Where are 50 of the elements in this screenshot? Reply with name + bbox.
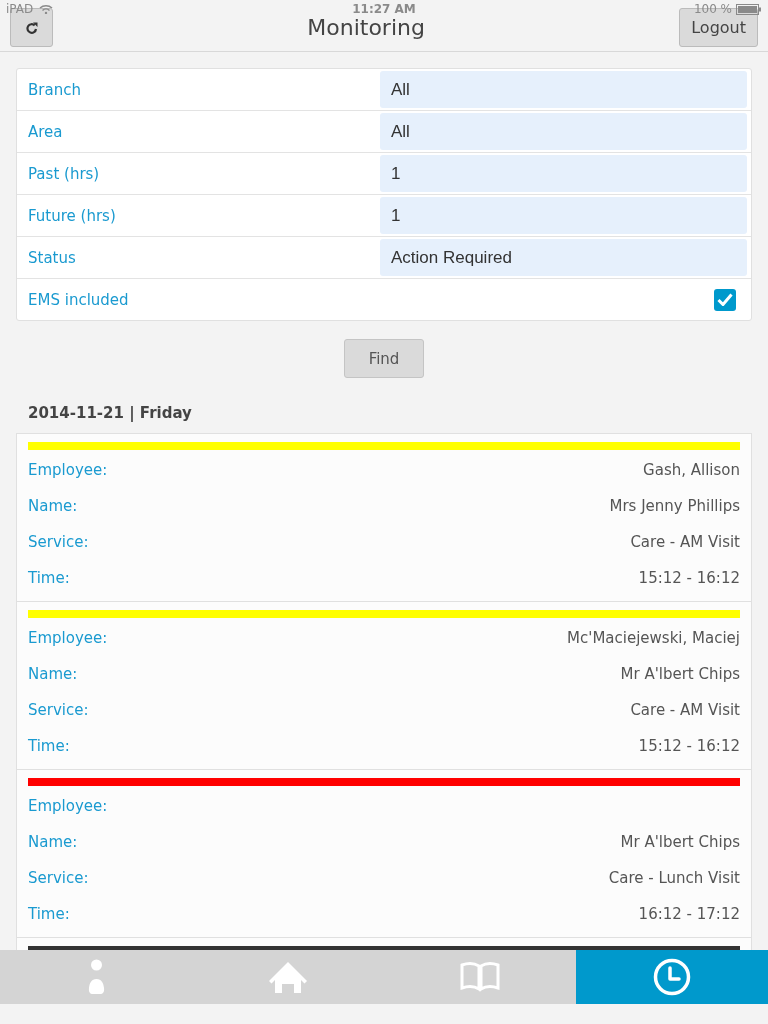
select-field[interactable]: All: [380, 71, 747, 108]
field-value: Mr A'lbert Chips: [620, 833, 740, 851]
refresh-icon: [24, 20, 39, 35]
field-label: Area: [28, 122, 64, 141]
field-value: 15:12 - 16:12: [638, 569, 740, 587]
visit-card[interactable]: Employee: Gash, Allison Name: Mrs Jenny Phillips Service: Care - AM Visit Time: 15:12 - 16:12: [17, 434, 751, 602]
field-value: 15:12 - 16:12: [638, 737, 740, 755]
select-field[interactable]: Action Required: [380, 239, 747, 276]
carrier-label: iPAD: [6, 2, 34, 16]
find-button[interactable]: Find: [344, 339, 424, 378]
battery-icon: [736, 3, 762, 15]
field-label: Time:: [28, 569, 70, 587]
date-heading: 2014-11-21 | Friday: [28, 404, 193, 424]
field-label: Past (hrs): [28, 164, 101, 183]
input-field[interactable]: 1: [380, 197, 747, 234]
field-value: Mrs Jenny Phillips: [609, 497, 740, 515]
field-label: Employee:: [28, 797, 108, 815]
field-label: Future (hrs): [28, 206, 117, 225]
field-label: Service:: [28, 701, 89, 719]
clock-time: 11:27 AM: [352, 2, 416, 16]
field-value: Care - Lunch Visit: [608, 869, 740, 887]
input-field[interactable]: 1: [380, 155, 747, 192]
home-icon: [268, 960, 308, 994]
clock-icon: [653, 958, 691, 996]
field-label: Employee:: [28, 629, 108, 647]
page-title: Monitoring: [307, 15, 425, 40]
checkbox[interactable]: [714, 288, 736, 311]
field-value: 16:12 - 17:12: [638, 905, 740, 923]
field-value: Mr A'lbert Chips: [620, 665, 740, 683]
field-value: Mc'Maciejewski, Maciej: [567, 629, 740, 647]
field-label: Time:: [28, 905, 70, 923]
wifi-icon: [39, 4, 54, 14]
field-label: Time:: [28, 737, 70, 755]
select-field[interactable]: All: [380, 113, 747, 150]
field-label: Name:: [28, 833, 78, 851]
field-label: Service:: [28, 533, 89, 551]
field-value: Gash, Allison: [643, 461, 740, 479]
field-value: Care - AM Visit: [630, 701, 740, 719]
field-label: Service:: [28, 869, 89, 887]
field-label: Name:: [28, 497, 78, 515]
visit-card[interactable]: Employee: Mc'Maciejewski, Maciej Name: Mr A'lbert Chips Service: Care - AM Visit Time: 15:12 - 16:12: [17, 602, 751, 770]
field-label: Status: [28, 248, 77, 267]
book-icon: [460, 962, 500, 992]
field-label: Employee:: [28, 461, 108, 479]
visit-card[interactable]: Employee: Name: Mr A'lbert Chips Service: Care - Lunch Visit Time: 16:12 - 17:12: [17, 770, 751, 938]
field-label: Name:: [28, 665, 78, 683]
field-label: EMS included: [28, 290, 130, 309]
field-label: Branch: [28, 80, 82, 99]
field-value: Care - AM Visit: [630, 533, 740, 551]
tab[interactable]: [576, 950, 768, 1004]
